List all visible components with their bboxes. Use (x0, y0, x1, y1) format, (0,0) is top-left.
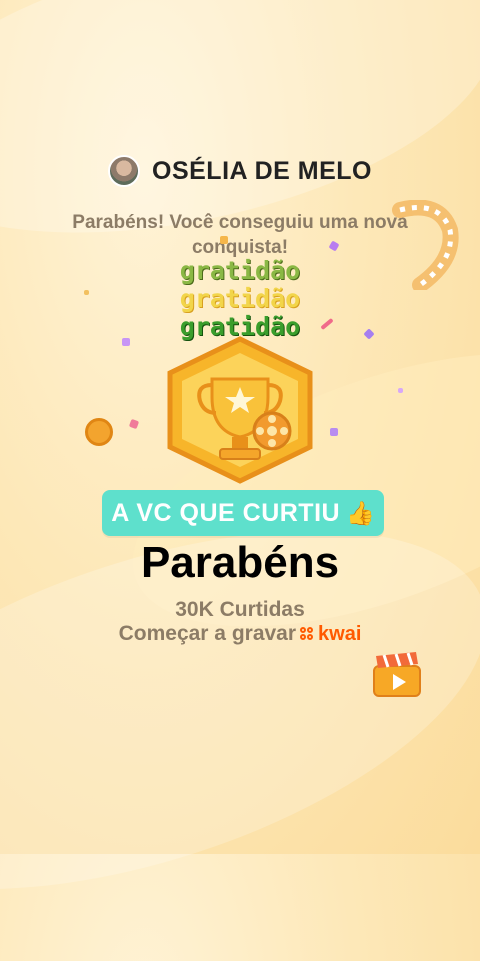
confetti (84, 290, 89, 295)
liked-banner: A VC QUE CURTIU 👍 (102, 490, 384, 536)
username[interactable]: OSÉLIA DE MELO (152, 157, 372, 186)
confetti (220, 236, 228, 244)
thumbs-up-icon: 👍 (346, 499, 375, 526)
clapperboard-icon (373, 652, 421, 697)
trophy-badge-icon (167, 336, 313, 484)
kwai-logo-icon (300, 627, 314, 641)
confetti (398, 388, 403, 393)
film-reel-icon (85, 418, 113, 446)
sticker-word-2: gratidão (179, 284, 301, 313)
likes-count: 30K Curtidas (175, 598, 305, 621)
record-cta[interactable]: Começar a gravar kwai (0, 622, 480, 646)
kwai-brand: kwai (318, 622, 362, 645)
avatar[interactable] (108, 155, 140, 187)
achievement-subtitle: Parabéns! Você conseguiu uma nova conqui… (72, 212, 408, 258)
header: OSÉLIA DE MELO (0, 155, 480, 187)
page-title: Parabéns (140, 538, 340, 587)
confetti (122, 338, 130, 346)
banner-text: A VC QUE CURTIU (111, 498, 341, 527)
confetti (330, 428, 338, 436)
confetti (128, 418, 140, 430)
sticker-word-1: gratidão (179, 256, 301, 285)
record-text[interactable]: Começar a gravar (119, 622, 296, 646)
